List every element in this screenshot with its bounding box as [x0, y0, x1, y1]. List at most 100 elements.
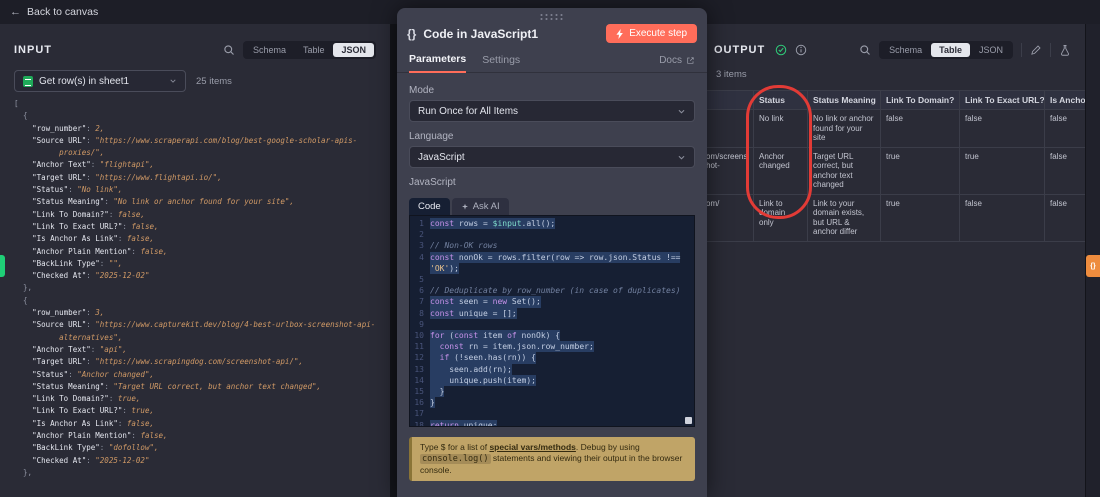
code-line: 10for (const item of nonOk) { [410, 330, 694, 341]
code-editor[interactable]: 1const rows = $input.all();2 3// Non-OK … [409, 215, 695, 427]
docs-label: Docs [659, 55, 682, 66]
output-table-cell: true [881, 147, 960, 194]
output-table-cell: om/screenshot- [701, 147, 754, 194]
output-column-header: Status Meaning [808, 91, 881, 110]
json-line: "BackLink Type": "", [14, 258, 376, 270]
input-tab-json[interactable]: JSON [333, 43, 374, 57]
code-line: 2 [410, 229, 694, 240]
code-line: 12 if (!seen.has(rn)) { [410, 352, 694, 363]
output-table-cell: Link to your domain exists, but URL & an… [808, 194, 881, 241]
editor-hint: Type $ for a list of special vars/method… [409, 437, 695, 481]
app-root: ← Back to canvas INPUT Schema Table JSON… [0, 0, 1100, 497]
output-table-cell: Anchor changed [754, 147, 808, 194]
code-lines: 1const rows = $input.all();2 3// Non-OK … [410, 218, 694, 427]
node-detail-view: {} Code in JavaScript1 Execute step Para… [397, 8, 707, 497]
output-table-cell: false [1045, 147, 1086, 194]
tab-parameters[interactable]: Parameters [409, 53, 466, 73]
output-table-cell: true [960, 147, 1045, 194]
json-line: "Anchor Text": "flightapi", [14, 159, 376, 171]
output-tab-schema[interactable]: Schema [881, 43, 930, 57]
output-table-cell: No link or anchor found for your site [808, 110, 881, 148]
hint-text: Type $ for a list of [420, 442, 489, 452]
json-line: "Status Meaning": "No link or anchor fou… [14, 196, 376, 208]
tab-code[interactable]: Code [409, 198, 450, 215]
code-param-label: JavaScript [409, 177, 695, 188]
node-tabs: Parameters Settings Docs [397, 49, 707, 73]
json-line: "Status": "Anchor changed", [14, 369, 376, 381]
hint-vars-link[interactable]: special vars/methods [489, 442, 575, 452]
mode-select[interactable]: Run Once for All Items [409, 100, 695, 122]
pin-data-flask-icon[interactable] [1059, 44, 1071, 56]
info-icon[interactable] [795, 44, 807, 56]
code-line: 11 const rn = item.json.row_number; [410, 341, 694, 352]
output-table-cell: true [881, 194, 960, 241]
output-tab-table[interactable]: Table [931, 43, 970, 57]
tab-ask-ai[interactable]: Ask AI [452, 198, 509, 215]
json-line: "Anchor Plain Mention": false, [14, 430, 376, 442]
output-view-tabs: Schema Table JSON [879, 41, 1013, 59]
output-column-header: Is Anchor As Link [1045, 91, 1086, 110]
input-source-select[interactable]: Get row(s) in sheet1 [14, 70, 186, 92]
chevron-down-icon [677, 107, 686, 116]
external-link-icon [686, 56, 695, 65]
json-line: [ [14, 98, 376, 110]
input-source-value: Get row(s) in sheet1 [39, 76, 129, 87]
back-arrow-icon: ← [10, 6, 21, 18]
docs-link[interactable]: Docs [659, 55, 695, 72]
json-line: "BackLink Type": "dofollow", [14, 442, 376, 454]
json-line: "Target URL": "https://www.flightapi.io/… [14, 172, 376, 184]
input-panel: INPUT Schema Table JSON Get row(s) in sh… [0, 24, 390, 497]
code-line: 13 seen.add(rn); [410, 364, 694, 375]
code-line: 7const seen = new Set(); [410, 296, 694, 307]
output-table-header-row: StatusStatus MeaningLink To Domain?Link … [701, 91, 1086, 110]
hint-code-snippet: console.log() [420, 454, 491, 464]
back-to-canvas-link[interactable]: ← Back to canvas [10, 6, 98, 18]
json-line: "Anchor Plain Mention": false, [14, 246, 376, 258]
code-line: 'OK'); [410, 263, 694, 274]
output-search-icon[interactable] [859, 44, 871, 56]
output-tab-json[interactable]: JSON [971, 43, 1011, 57]
code-line: 4const nonOk = rows.filter(row => row.js… [410, 252, 694, 263]
input-tab-table[interactable]: Table [295, 43, 333, 57]
json-line: { [14, 479, 376, 480]
execute-step-label: Execute step [629, 28, 687, 39]
output-column-header: Status [754, 91, 808, 110]
output-table-cell: No link [754, 110, 808, 148]
code-line: 3// Non-OK rows [410, 240, 694, 251]
output-column-header [701, 91, 754, 110]
output-table-cell: false [960, 110, 1045, 148]
json-line: "Target URL": "https://www.scrapingdog.c… [14, 356, 376, 368]
code-line: 6// Deduplicate by row_number (in case o… [410, 285, 694, 296]
parameters-body: Mode Run Once for All Items Language Jav… [397, 73, 707, 481]
node-header: {} Code in JavaScript1 Execute step [397, 20, 707, 49]
json-line: }, [14, 467, 376, 479]
input-search-icon[interactable] [223, 44, 235, 56]
input-json-view[interactable]: [ { "row_number": 2, "Source URL": "http… [0, 98, 390, 480]
output-table-cell: false [881, 110, 960, 148]
hint-text: . Debug by using [576, 442, 640, 452]
json-node-tab-icon[interactable]: {} [1086, 255, 1100, 277]
output-column-header: Link To Exact URL? [960, 91, 1045, 110]
output-table-wrap[interactable]: StatusStatus MeaningLink To Domain?Link … [700, 90, 1085, 242]
code-line: 5 [410, 274, 694, 285]
lightning-icon [616, 29, 624, 39]
mode-value: Run Once for All Items [418, 106, 518, 117]
json-line: "Source URL": "https://www.scraperapi.co… [14, 135, 376, 147]
tab-settings[interactable]: Settings [482, 54, 520, 72]
code-line: 9 [410, 319, 694, 330]
editor-resize-grip[interactable] [685, 417, 692, 424]
mode-label: Mode [409, 85, 695, 96]
chevron-down-icon [169, 77, 177, 85]
edit-output-pencil-icon[interactable] [1030, 44, 1042, 56]
code-line: 14 unique.push(item); [410, 375, 694, 386]
language-label: Language [409, 131, 695, 142]
output-title: OUTPUT [714, 44, 765, 56]
language-select[interactable]: JavaScript [409, 146, 695, 168]
input-tab-schema[interactable]: Schema [245, 43, 294, 57]
execute-step-button[interactable]: Execute step [606, 24, 697, 43]
json-line: { [14, 110, 376, 122]
sheet-icon [23, 76, 33, 87]
drag-handle-icon[interactable] [539, 13, 565, 20]
success-check-icon [775, 44, 787, 56]
divider [1050, 43, 1051, 57]
